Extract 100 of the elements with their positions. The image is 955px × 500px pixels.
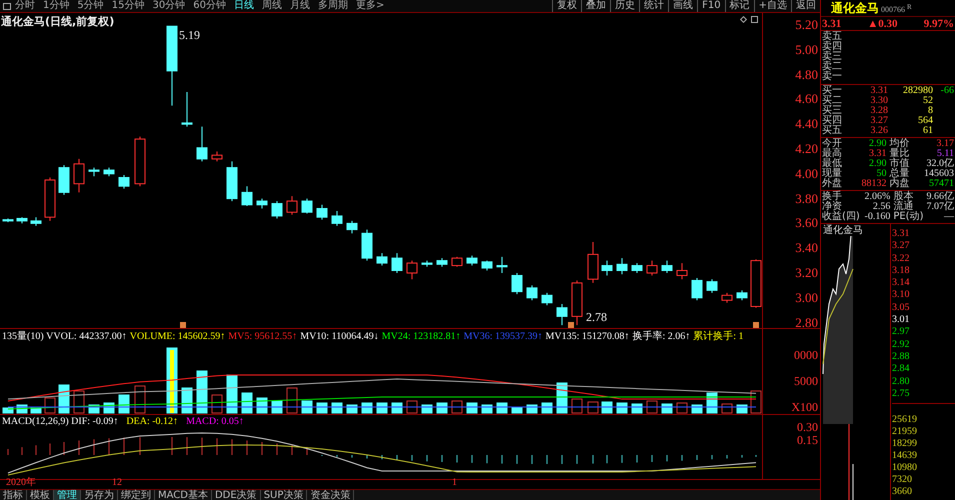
axis-label: 3.31	[892, 228, 910, 239]
stat-label: 总量	[890, 169, 910, 179]
indicator-tab[interactable]: 另存为	[81, 490, 118, 500]
axis-label: 4.00	[795, 166, 818, 181]
bid-price: 3.26	[870, 126, 888, 136]
bid-price: 3.31	[870, 86, 888, 96]
bid-label: 买一	[821, 86, 843, 96]
period-tab[interactable]: 日线	[230, 0, 258, 12]
candlestick	[482, 260, 492, 272]
stat-value: 145603	[923, 169, 955, 179]
toolbar-button[interactable]: 历史	[610, 0, 640, 12]
square-icon[interactable]	[751, 16, 758, 23]
candlestick	[196, 126, 208, 162]
stat-value: 9.66亿	[926, 192, 955, 202]
candlestick	[104, 167, 114, 177]
volume-bar	[118, 394, 130, 414]
toolbar-button[interactable]: +自选	[754, 0, 791, 12]
candlestick	[406, 260, 418, 280]
stock-code: 000766	[881, 4, 905, 16]
indicator-tab[interactable]: 指标	[0, 490, 27, 500]
last-price: 3.31	[822, 18, 842, 28]
candlestick	[676, 262, 688, 280]
indicator-tab[interactable]: 绑定到	[118, 490, 155, 500]
period-tab[interactable]: 1分钟	[39, 0, 74, 12]
volume-bar	[466, 402, 478, 414]
indicator-value: 累计换手: 1	[693, 331, 744, 343]
period-tab[interactable]: 更多>	[352, 0, 388, 12]
axis-label: 3.18	[892, 264, 910, 276]
stat-value: 57471	[928, 179, 955, 189]
candlestick	[526, 284, 538, 301]
period-tab[interactable]: 周线	[258, 0, 286, 12]
period-tab[interactable]: 15分钟	[108, 0, 148, 12]
indicator-tab[interactable]: 管理	[54, 490, 81, 500]
candlestick	[362, 229, 372, 262]
axis-label: 18299	[892, 438, 918, 449]
indicator-tab[interactable]: 资金决策	[307, 490, 354, 500]
stat-label: 均价	[890, 139, 910, 149]
stat-label: 流通	[893, 202, 914, 212]
stat-value: 50	[876, 169, 888, 179]
toolbar-button[interactable]: 叠加	[581, 0, 610, 12]
stat-label: 外盘	[822, 179, 842, 189]
period-tab[interactable]: 多周期	[314, 0, 352, 12]
toolbar-button[interactable]: 画线	[668, 0, 698, 12]
volume-bar	[750, 390, 762, 414]
volume-bar	[662, 404, 672, 414]
axis-label: 4.20	[795, 142, 818, 156]
stat-label: 市值	[890, 159, 910, 169]
axis-label: 3.22	[892, 252, 910, 264]
date-label: 1	[452, 477, 457, 489]
bid-label: 买四	[821, 116, 843, 126]
bid-price: 3.30	[870, 96, 888, 106]
axis-label: 5.00	[795, 42, 818, 57]
volume-bar	[272, 400, 282, 414]
stock-name: 通化金马	[831, 1, 879, 16]
stat-label: 内盘	[890, 179, 910, 189]
period-tab[interactable]: 5分钟	[73, 0, 108, 12]
toolbar-button[interactable]: 标记	[724, 0, 754, 12]
axis-label: 5000	[794, 375, 818, 388]
toolbar-button[interactable]: 返回	[791, 0, 820, 12]
axis-label: 2.92	[892, 338, 910, 350]
volume-bar	[302, 400, 312, 414]
chart-title: 通化金马(日线,前复权)	[1, 14, 114, 30]
indicator-value: 换手率: 2.06↑	[632, 331, 690, 343]
toolbar-button[interactable]: F10	[697, 0, 725, 12]
candlestick	[692, 277, 702, 301]
indicator-tab[interactable]: DDE决策	[212, 490, 261, 500]
stat-value: 88132	[860, 179, 888, 189]
axis-label: 2.97	[892, 326, 910, 338]
period-tab[interactable]: 60分钟	[189, 0, 230, 12]
ask-label: 卖二	[821, 62, 843, 72]
intraday-title: 通化金马	[823, 225, 863, 236]
candlestick	[212, 150, 222, 162]
bid-volume: 564	[917, 116, 933, 126]
toolbar-button[interactable]: 复权	[552, 0, 582, 12]
period-tab[interactable]: 月线	[286, 0, 314, 12]
axis-label: 25619	[892, 414, 918, 425]
stat-label: 今开	[822, 139, 842, 149]
axis-label: 3.05	[892, 302, 910, 313]
candlestick	[572, 280, 582, 326]
stat-value: 3.31	[868, 149, 888, 159]
stat-label: 量比	[890, 149, 910, 159]
layout-icon[interactable]	[3, 2, 11, 10]
stat-value: —	[943, 212, 955, 222]
period-tab[interactable]: 30分钟	[148, 0, 190, 12]
stat-value: 2.90	[868, 139, 888, 149]
indicator-value: MACD: 0.05↑	[186, 416, 244, 428]
indicator-value: 135量(10) VVOL: 442337.00↑	[2, 331, 127, 343]
bid-label: 买五	[821, 126, 843, 136]
stat-label: 换手	[822, 192, 843, 202]
stat-label: 股本	[893, 192, 914, 202]
candlestick	[392, 252, 402, 274]
candlestick	[542, 292, 552, 306]
indicator-tab[interactable]: MACD基本	[155, 490, 212, 500]
indicator-tab[interactable]: SUP决策	[260, 490, 308, 500]
period-tab[interactable]: 分时	[11, 0, 39, 12]
bid-price: 3.28	[870, 106, 888, 116]
axis-label: 3660	[892, 486, 913, 497]
stat-value: -0.160	[863, 212, 892, 222]
stat-value: 5.11	[936, 149, 955, 159]
marker-icon	[180, 322, 186, 328]
